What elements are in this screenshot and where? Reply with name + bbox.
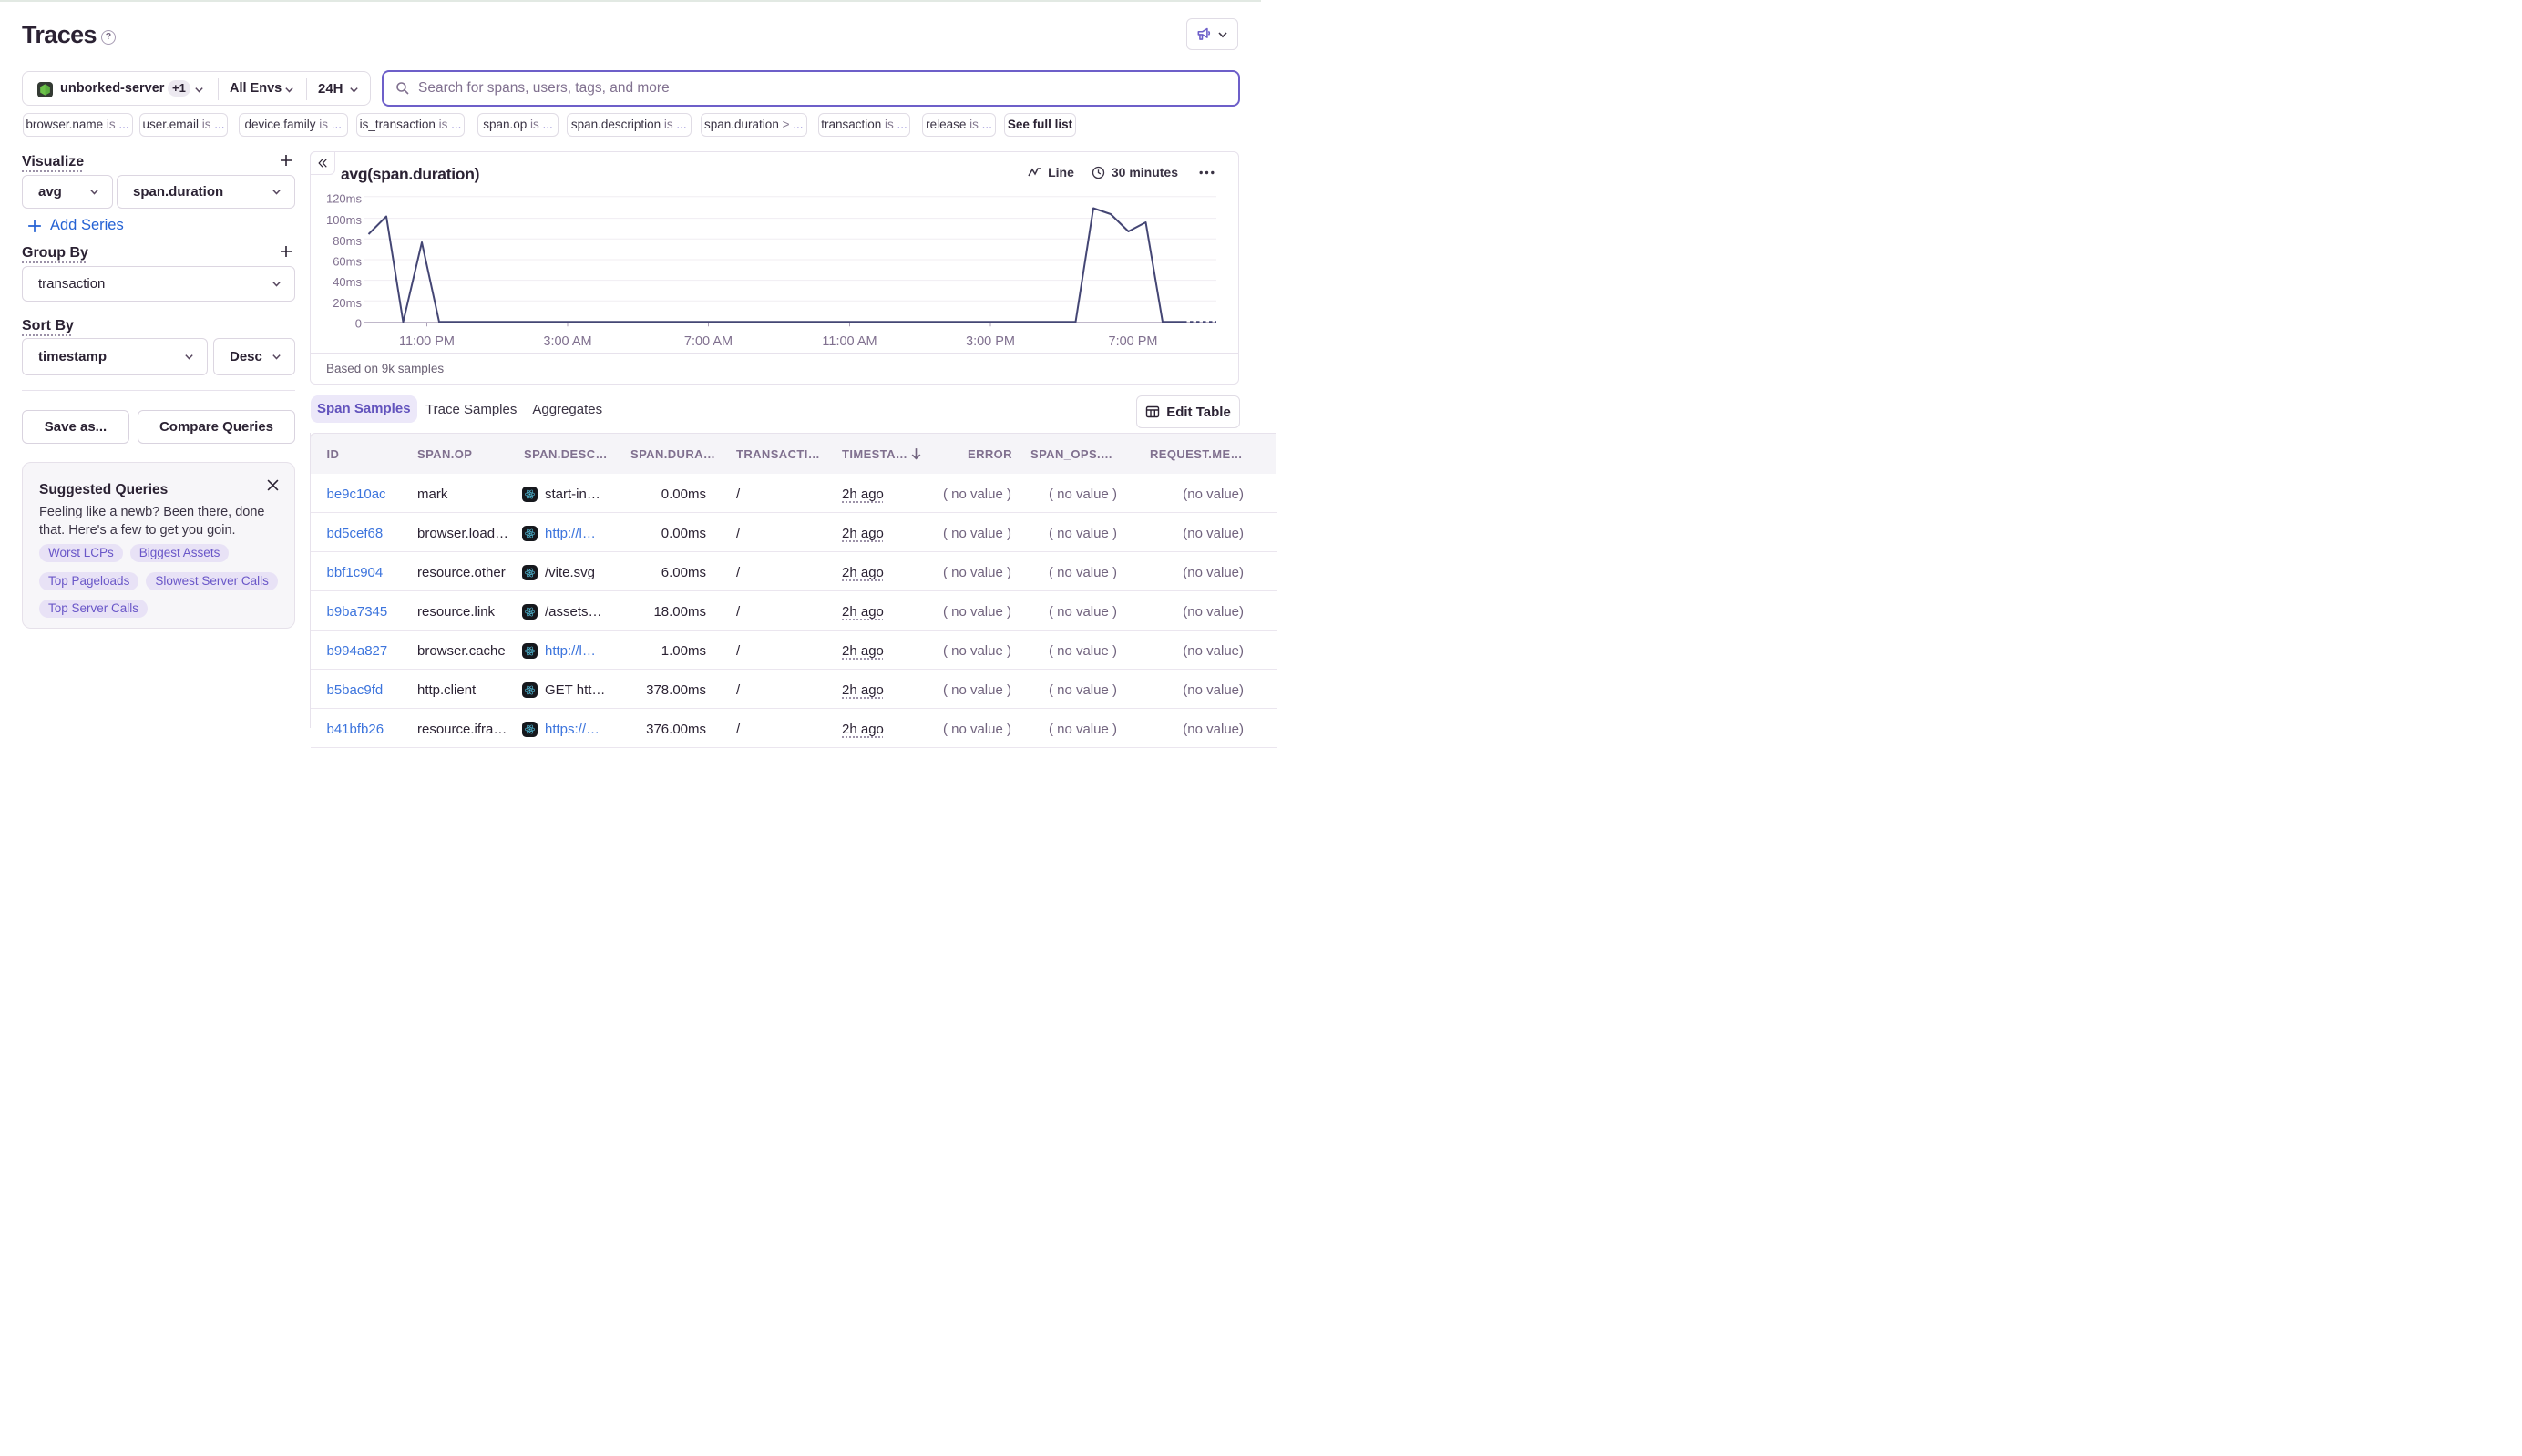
svg-text:7:00 PM: 7:00 PM xyxy=(1109,334,1158,345)
svg-text:7:00 AM: 7:00 AM xyxy=(684,334,733,345)
svg-text:60ms: 60ms xyxy=(333,255,362,269)
svg-text:11:00 PM: 11:00 PM xyxy=(399,334,455,345)
svg-text:0: 0 xyxy=(355,316,362,330)
svg-text:3:00 PM: 3:00 PM xyxy=(966,334,1015,345)
svg-text:100ms: 100ms xyxy=(326,213,363,227)
svg-text:80ms: 80ms xyxy=(333,234,362,248)
svg-text:3:00 AM: 3:00 AM xyxy=(543,334,591,345)
svg-text:20ms: 20ms xyxy=(333,296,362,310)
svg-text:120ms: 120ms xyxy=(326,191,363,205)
svg-text:11:00 AM: 11:00 AM xyxy=(822,334,877,345)
svg-text:40ms: 40ms xyxy=(333,275,362,289)
